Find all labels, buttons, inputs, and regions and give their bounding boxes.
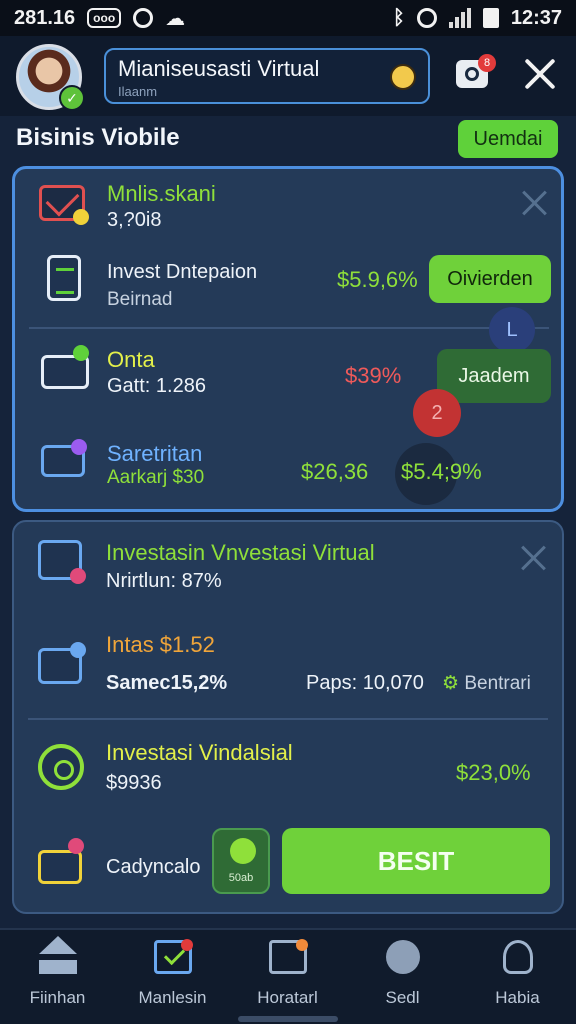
row-title: Onta [107,347,155,372]
close-button[interactable] [520,54,560,94]
nav-item-store[interactable]: Horatarl [230,939,345,1008]
row-title: Mnlis.skani [107,181,216,206]
nav-item-help[interactable]: Habia [460,940,575,1008]
alert-badge-icon [68,838,84,854]
bluetooth-icon: ᛒ [392,6,405,29]
row-title: Saretritan [107,441,203,466]
nav-label: Fiinhan [29,988,86,1007]
row-title: Investasi Vindalsial [106,740,293,765]
float-button-l[interactable]: L [489,307,535,353]
person-icon [502,940,533,974]
heart-badge-icon [70,568,86,584]
camera-icon [465,67,479,81]
cloud-icon: ☁ [165,7,186,30]
row-subtitle: 3,?0i8 [107,209,162,231]
alarm-icon [416,8,437,28]
notification-dot [180,939,193,951]
emoji-icon [390,64,416,90]
nav-item-home[interactable]: Fiinhan [0,936,115,1008]
note-icon [38,850,82,884]
row-value: $26,36 [301,459,369,484]
row-number: 1.286 [155,375,206,397]
row-action-button[interactable]: Oivierden [429,255,551,303]
row-extra: Paps: 10,070 [306,672,424,694]
edit-badge-icon [70,642,86,658]
status-left: 281.16 ooo ☁ [14,6,185,31]
camera-badge: 8 [478,54,496,72]
dismiss-icon[interactable] [521,189,549,217]
photo-tag-label: 50ab [228,872,254,884]
star-badge-icon [73,209,89,225]
float-button-2[interactable]: 2 [413,389,461,437]
user-icon [385,940,420,974]
signal-icon [448,8,471,28]
row-subtitle: Beirnad [107,289,173,310]
avatar[interactable]: ✓ [16,44,85,111]
photo-icon [230,838,256,864]
nav-label: Sedl [385,988,420,1007]
nav-label: Habia [495,988,540,1007]
settings-link[interactable]: ⚙ Bentrari [442,672,531,695]
dismiss-icon[interactable] [520,544,548,572]
investment-card: Investasin Vnvestasi Virtual Nrirtlun: 8… [12,520,564,914]
photo-tag-button[interactable]: 50ab [212,828,270,894]
row-title: Intas $1.52 [106,632,215,657]
nav-item-profile[interactable]: Sedl [345,940,460,1008]
battery-icon [482,8,499,28]
submit-button[interactable]: BESIT [282,828,550,894]
status-bar: 281.16 ooo ☁ ᛒ 12:37 [0,0,576,36]
nav-label: Manlesin [138,988,207,1007]
nav-item-tasks[interactable]: Manlesin [115,939,230,1008]
edit-badge-icon[interactable]: ✓ [59,85,85,111]
row-subtitle: Nrirtlun: 87% [106,570,222,592]
header-subtitle: Ilaanm [118,84,158,99]
row-value: $39% [345,363,402,388]
row-value-secondary: $5.4;9% [401,459,482,484]
header-title: Mianiseusasti Virtual [118,56,320,81]
home-icon [38,936,77,974]
store-icon [268,939,308,974]
home-indicator[interactable] [238,1016,338,1022]
target-icon [38,744,84,790]
row-subtitle: Aarkarj $30 [107,467,205,488]
row-title: Investasin Vnvestasi Virtual [106,540,375,565]
bottom-nav: Fiinhan Manlesin Horatarl Sedl Habia [0,928,576,1024]
gear-icon: ⚙ [442,673,460,694]
row-title: Invest Dntepaion [107,261,258,283]
title-box[interactable]: Mianiseusasti Virtual Ilaanm [104,48,430,104]
section-action-button[interactable]: Uemdai [458,120,558,158]
sync-icon [133,8,154,28]
divider [29,327,549,329]
shield-badge-icon [71,439,87,455]
notification-dot [295,939,308,951]
row-subtitle: Gatt: 1.286 [107,375,206,397]
divider [28,718,548,720]
status-time-right: 12:37 [510,6,562,29]
status-time-left: 281.16 [14,6,76,29]
app-header: ✓ Mianiseusasti Virtual Ilaanm 8 [0,36,576,116]
row-title: Cadyncalo [106,856,201,878]
check-badge-icon [73,345,89,361]
business-card: Mnlis.skani 3,?0i8 Invest Dntepaion Beir… [12,166,564,512]
row-value: $23,0% [456,760,531,785]
nav-label: Horatarl [257,988,318,1007]
section-title: Bisinis Viobile [16,124,180,151]
document-icon [47,255,81,301]
row-subtitle: Samec15,2% [106,672,228,694]
row-subtitle: $9936 [106,772,162,794]
status-right: ᛒ 12:37 [393,7,562,30]
checklist-icon [153,939,193,974]
row-value: $5.9,6% [337,267,418,292]
row-action-button[interactable]: Jaadem [437,349,551,403]
notification-box-icon: ooo [87,8,122,28]
